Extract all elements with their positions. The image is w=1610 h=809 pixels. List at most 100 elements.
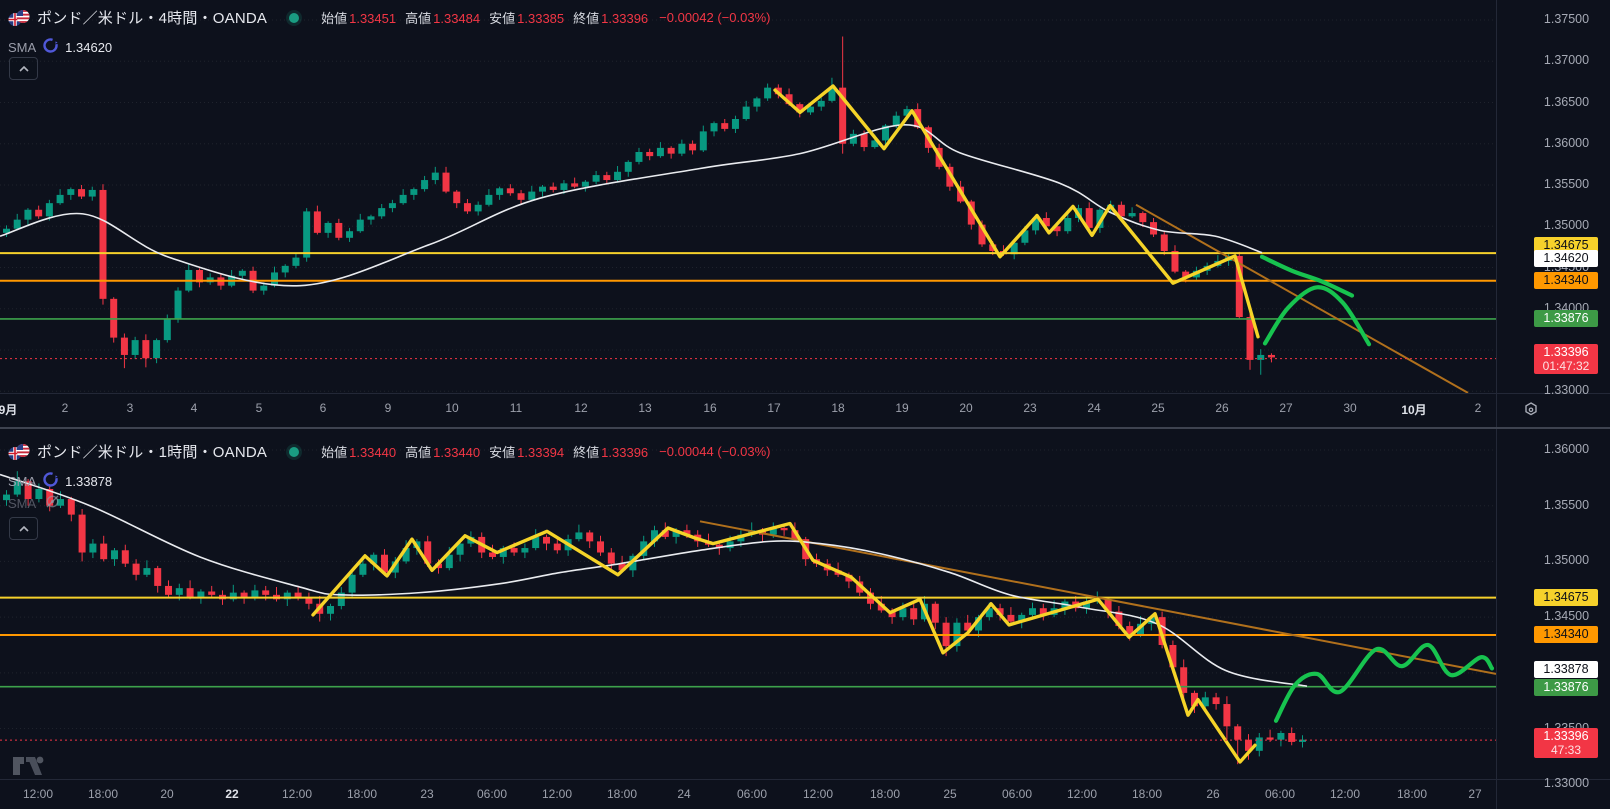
price-value-label: 1.34340 bbox=[1534, 626, 1598, 643]
time-tick: 06:00 bbox=[476, 787, 508, 801]
price-value-label: 1.33876 bbox=[1534, 310, 1598, 327]
price-value-label: 1.34620 bbox=[1534, 250, 1598, 267]
time-tick: 26 bbox=[1215, 401, 1229, 415]
time-tick: 20 bbox=[959, 401, 973, 415]
price-tick: 1.34500 bbox=[1543, 609, 1590, 624]
ohlc-close: 終値 1.33396 bbox=[573, 445, 649, 460]
time-tick: 13 bbox=[638, 401, 652, 415]
time-tick: 18:00 bbox=[1396, 787, 1428, 801]
time-tick: 12:00 bbox=[281, 787, 313, 801]
time-tick: 18:00 bbox=[87, 787, 119, 801]
ohlc-open: 始値 1.33440 bbox=[321, 445, 397, 460]
price-tick: 1.36000 bbox=[1543, 442, 1590, 456]
symbol-title-1h[interactable]: ポンド／米ドル・1時間・OANDA bbox=[37, 441, 267, 462]
market-status-icon[interactable] bbox=[289, 446, 300, 457]
price-tick: 1.35500 bbox=[1543, 177, 1590, 191]
time-tick: 17 bbox=[767, 401, 781, 415]
time-tick: 12:00 bbox=[541, 787, 573, 801]
hidden-sma-indicator-row[interactable]: SMA bbox=[8, 493, 61, 513]
sma-indicator-row-1h[interactable]: SMA 1.33878 bbox=[8, 472, 770, 490]
time-tick: 20 bbox=[160, 787, 174, 801]
time-tick: 24 bbox=[677, 787, 691, 801]
gbpusd-flag-icon bbox=[8, 9, 30, 26]
sma-loading-icon bbox=[43, 472, 58, 490]
time-tick: 19 bbox=[895, 401, 909, 415]
price-value-label: 1.33878 bbox=[1534, 661, 1598, 678]
price-axis[interactable]: 1.37500 1.37000 1.36500 1.36000 1.35500 1.350… bbox=[1497, 0, 1610, 809]
time-tick: 30 bbox=[1343, 401, 1357, 415]
time-tick: 9月 bbox=[0, 403, 18, 417]
sma-value-1h: 1.33878 bbox=[65, 473, 113, 489]
time-tick: 25 bbox=[1151, 401, 1165, 415]
symbol-title-4h[interactable]: ポンド／米ドル・4時間・OANDA bbox=[37, 7, 267, 28]
time-tick: 06:00 bbox=[736, 787, 768, 801]
ohlc-high: 高値 1.33440 bbox=[405, 445, 481, 460]
time-axis-4h[interactable]: 9月 2 3 4 5 6 9 10 11 12 13 16 17 18 19 20 23 24 25 26 27 30 10… bbox=[0, 394, 1610, 427]
price-tick: 1.35000 bbox=[1543, 218, 1590, 233]
time-tick: 12:00 bbox=[802, 787, 834, 801]
time-tick: 06:00 bbox=[1264, 787, 1296, 801]
ohlc-close: 終値 1.33396 bbox=[573, 11, 649, 26]
collapse-legend-button-1h[interactable] bbox=[9, 517, 38, 540]
gbpusd-4h-plot[interactable] bbox=[0, 19, 1496, 393]
sma-value-4h: 1.34620 bbox=[65, 39, 113, 55]
time-tick: 3 bbox=[126, 401, 134, 415]
time-tick: 25 bbox=[943, 787, 957, 801]
market-status-icon[interactable] bbox=[289, 12, 300, 23]
time-tick: 18:00 bbox=[346, 787, 378, 801]
time-tick: 27 bbox=[1468, 787, 1482, 801]
time-tick: 2 bbox=[61, 401, 69, 415]
time-tick: 10月 bbox=[1401, 403, 1427, 417]
price-value-label: 1.33396 47:33 bbox=[1534, 728, 1598, 758]
time-tick: 9 bbox=[384, 401, 392, 415]
pane-divider[interactable] bbox=[0, 427, 1610, 429]
time-tick: 6 bbox=[319, 401, 327, 415]
time-tick: 18:00 bbox=[869, 787, 901, 801]
time-tick: 10 bbox=[445, 401, 459, 415]
trading-chart-app: { "colors": { "background": "#0d111c", "… bbox=[0, 0, 1610, 809]
time-tick: 2 bbox=[1474, 401, 1482, 415]
time-tick: 18 bbox=[831, 401, 845, 415]
price-tick: 1.35500 bbox=[1543, 497, 1590, 512]
price-tick: 1.37000 bbox=[1543, 53, 1590, 68]
tradingview-logo[interactable] bbox=[10, 749, 48, 784]
time-tick: 16 bbox=[703, 401, 717, 415]
price-value-label: 1.34340 bbox=[1534, 272, 1598, 289]
eye-off-icon[interactable] bbox=[44, 493, 61, 513]
ohlc-high: 高値 1.33484 bbox=[405, 11, 481, 26]
price-change: −0.00044 (−0.03%) bbox=[659, 444, 771, 459]
ohlc-open: 始値 1.33451 bbox=[321, 11, 397, 26]
price-value-label: 1.33876 bbox=[1534, 679, 1598, 696]
time-tick: 24 bbox=[1087, 401, 1101, 415]
time-tick: 5 bbox=[255, 401, 263, 415]
time-tick: 12:00 bbox=[1329, 787, 1361, 801]
ohlc-low: 安値 1.33394 bbox=[489, 445, 565, 460]
time-tick: 26 bbox=[1206, 787, 1220, 801]
price-tick: 1.33000 bbox=[1543, 383, 1590, 398]
time-tick: 11 bbox=[509, 401, 523, 415]
time-tick: 12:00 bbox=[1066, 787, 1098, 801]
panel-4h-legend: ポンド／米ドル・4時間・OANDA 始値 1.33451 高値 1.33484 安値… bbox=[8, 7, 770, 56]
time-tick: 12:00 bbox=[22, 787, 54, 801]
collapse-legend-button-4h[interactable] bbox=[9, 57, 38, 80]
sma-indicator-row-4h[interactable]: SMA 1.34620 bbox=[8, 38, 770, 56]
time-tick: 18:00 bbox=[606, 787, 638, 801]
time-tick: 18:00 bbox=[1131, 787, 1163, 801]
price-value-label: 1.34675 bbox=[1534, 589, 1598, 606]
time-tick: 23 bbox=[420, 787, 434, 801]
gbpusd-flag-icon bbox=[8, 443, 30, 460]
gbpusd-1h-plot[interactable] bbox=[0, 449, 1496, 784]
price-value-label: 1.33396 01:47:32 bbox=[1534, 344, 1598, 374]
time-tick: 06:00 bbox=[1001, 787, 1033, 801]
price-tick: 1.33000 bbox=[1543, 776, 1590, 791]
time-tick: 12 bbox=[574, 401, 588, 415]
time-axis-1h[interactable]: 12:00 18:00 20 22 12:00 18:00 23 06:00 12:00 18:0… bbox=[0, 780, 1610, 809]
ohlc-low: 安値 1.33385 bbox=[489, 11, 565, 26]
time-tick: 4 bbox=[190, 401, 198, 415]
price-tick: 1.35000 bbox=[1543, 553, 1590, 568]
price-tick: 1.36500 bbox=[1543, 94, 1590, 109]
time-axis-settings-button[interactable] bbox=[1518, 398, 1544, 419]
price-tick: 1.36000 bbox=[1543, 135, 1590, 150]
sma-loading-icon bbox=[43, 38, 58, 56]
panel-1h-legend: ポンド／米ドル・1時間・OANDA 始値 1.33440 高値 1.33440 安値… bbox=[8, 441, 770, 490]
